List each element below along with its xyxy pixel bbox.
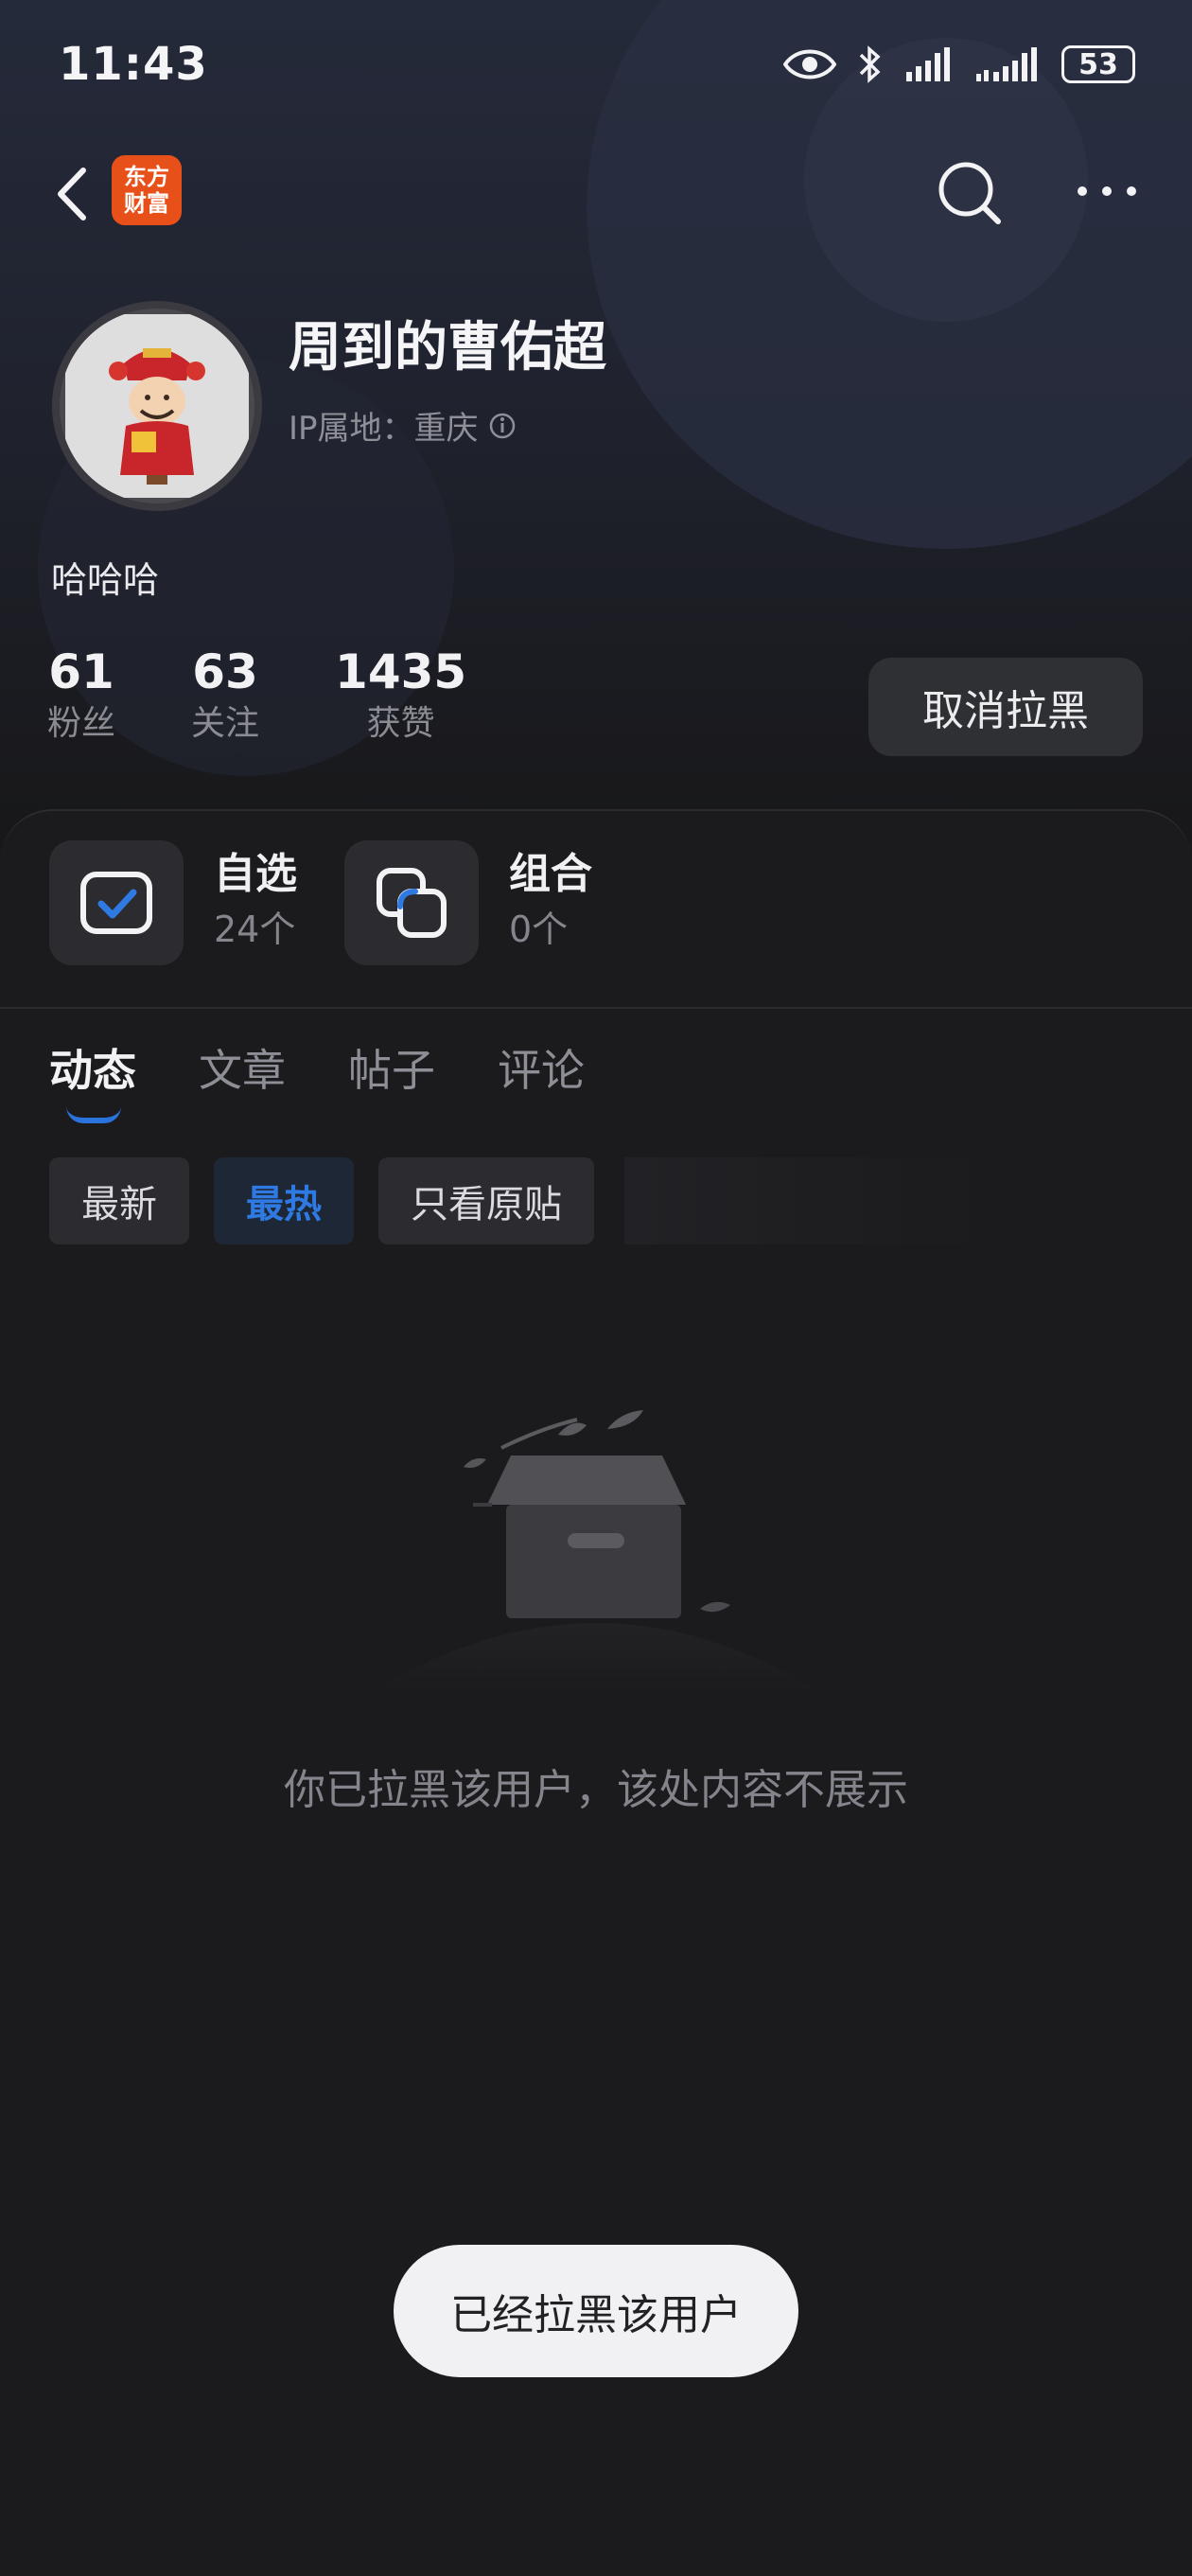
- signal-icon-secondary: [974, 45, 1041, 83]
- ip-location: IP属地：重庆: [289, 402, 517, 449]
- app-logo-text: 财富: [124, 190, 169, 217]
- status-time: 11:43: [59, 38, 208, 91]
- portfolio-text: 组合 0个: [509, 848, 592, 958]
- filter-hottest[interactable]: 最热: [214, 1157, 354, 1244]
- stat-label: 粉丝: [47, 704, 116, 743]
- stat-label: 关注: [191, 704, 260, 743]
- profile-stats: 61 粉丝 63 关注 1435 获赞: [47, 644, 542, 748]
- more-button[interactable]: [1069, 163, 1145, 220]
- filter-chips: 最新 最热 只看原贴: [49, 1157, 594, 1244]
- stat-following[interactable]: 63 关注: [191, 644, 259, 748]
- stat-label: 获赞: [366, 704, 435, 743]
- watchlist-widget[interactable]: 自选 24个: [49, 840, 297, 965]
- watchlist-title: 自选: [214, 850, 297, 898]
- bluetooth-icon: [857, 44, 884, 85]
- more-dots-icon: [1078, 186, 1136, 196]
- tab-label: 文章: [199, 1045, 286, 1096]
- portfolio-widget[interactable]: 组合 0个: [344, 840, 592, 965]
- stat-value: 61: [48, 644, 114, 699]
- fortune-god-avatar-icon: [65, 314, 249, 498]
- tab-activity[interactable]: 动态: [49, 1036, 136, 1123]
- tab-posts[interactable]: 帖子: [348, 1036, 435, 1099]
- avatar-image: [65, 314, 249, 498]
- back-button[interactable]: [47, 161, 104, 227]
- watchlist-icon: [49, 840, 184, 965]
- portfolio-icon: [344, 840, 479, 965]
- tab-label: 评论: [498, 1045, 585, 1096]
- tab-label: 帖子: [348, 1045, 435, 1096]
- tab-active-indicator: [66, 1106, 121, 1123]
- status-bar: 11:43 53: [0, 0, 1192, 132]
- app-logo[interactable]: 东方 财富: [112, 155, 182, 225]
- unblock-button[interactable]: 取消拉黑: [868, 658, 1143, 756]
- watchlist-count: 24个: [214, 909, 296, 950]
- filter-bar-fade: [624, 1157, 984, 1244]
- tab-label: 动态: [49, 1045, 136, 1096]
- tab-comments[interactable]: 评论: [498, 1036, 585, 1099]
- avatar[interactable]: [52, 301, 262, 511]
- empty-box-illustration: [359, 1410, 833, 1694]
- eye-icon: [783, 47, 836, 81]
- section-divider: [0, 1007, 1192, 1009]
- toast-notification: 已经拉黑该用户: [394, 2245, 798, 2377]
- stat-likes[interactable]: 1435 获赞: [335, 644, 466, 748]
- chevron-left-icon: [58, 168, 86, 221]
- signal-icon: [904, 45, 954, 83]
- info-icon[interactable]: [488, 412, 517, 440]
- portfolio-title: 组合: [509, 850, 592, 898]
- app-logo-text: 东方: [124, 164, 169, 190]
- status-icons: 53: [783, 44, 1135, 85]
- ip-location-text: IP属地：重庆: [289, 410, 479, 448]
- stat-value: 63: [192, 644, 258, 699]
- empty-state-message: 你已拉黑该用户，该处内容不展示: [284, 1766, 908, 1814]
- filter-original-only[interactable]: 只看原贴: [378, 1157, 594, 1244]
- search-button[interactable]: [932, 155, 1008, 231]
- profile-bio: 哈哈哈: [51, 559, 160, 601]
- content-tabs: 动态 文章 帖子 评论: [49, 1036, 585, 1123]
- portfolio-count: 0个: [509, 909, 569, 950]
- tab-articles[interactable]: 文章: [199, 1036, 286, 1099]
- filter-latest[interactable]: 最新: [49, 1157, 189, 1244]
- profile-username: 周到的曹佑超: [289, 317, 606, 379]
- search-icon: [938, 162, 1001, 224]
- watchlist-text: 自选 24个: [214, 848, 297, 958]
- top-navigation: 东方 财富: [0, 151, 1192, 237]
- battery-indicator: 53: [1061, 45, 1135, 83]
- stat-value: 1435: [335, 644, 467, 699]
- stat-followers[interactable]: 61 粉丝: [47, 644, 115, 748]
